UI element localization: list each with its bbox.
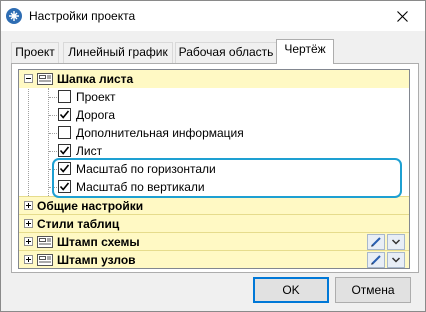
collapse-toggle[interactable]: [24, 74, 33, 83]
checkmark-icon: [59, 110, 70, 119]
checkbox[interactable]: [58, 144, 71, 157]
cancel-button[interactable]: Отмена: [335, 277, 411, 303]
close-button[interactable]: [379, 1, 425, 31]
group-label: Штамп узлов: [57, 253, 136, 267]
title-bar: Настройки проекта: [1, 1, 425, 31]
tree-item-vertical-scale[interactable]: Масштаб по вертикали: [19, 178, 409, 196]
group-label: Шапка листа: [57, 72, 134, 86]
tree-group-table-styles[interactable]: Стили таблиц: [19, 214, 409, 232]
sheet-icon: [37, 73, 53, 85]
tree-item-sheet[interactable]: Лист: [19, 142, 409, 160]
tree-item-project[interactable]: Проект: [19, 88, 409, 106]
tree-item-road[interactable]: Дорога: [19, 106, 409, 124]
tab-drawing[interactable]: Чертёж: [276, 39, 334, 64]
dropdown-button[interactable]: [387, 252, 405, 268]
item-label: Дорога: [76, 108, 116, 122]
tree-group-node-stamp[interactable]: Штамп узлов: [19, 250, 409, 268]
tab-project[interactable]: Проект: [11, 42, 59, 63]
close-icon: [396, 10, 408, 22]
sheet-icon: [37, 254, 53, 266]
pencil-icon: [371, 237, 381, 247]
tab-line-chart[interactable]: Линейный график: [63, 42, 173, 63]
dropdown-button[interactable]: [387, 234, 405, 250]
item-label: Масштаб по вертикали: [76, 180, 205, 194]
tree-item-additional-info[interactable]: Дополнительная информация: [19, 124, 409, 142]
expand-toggle[interactable]: [24, 237, 33, 246]
checkmark-icon: [59, 146, 70, 155]
group-label: Стили таблиц: [37, 217, 120, 231]
group-label: Общие настройки: [37, 199, 144, 213]
checkbox[interactable]: [58, 90, 71, 103]
tree-item-horizontal-scale[interactable]: Масштаб по горизонтали: [19, 160, 409, 178]
tree-group-general-settings[interactable]: Общие настройки: [19, 196, 409, 214]
group-label: Штамп схемы: [57, 235, 140, 249]
window-title: Настройки проекта: [29, 9, 136, 23]
chevron-down-icon: [391, 257, 401, 263]
checkbox[interactable]: [58, 162, 71, 175]
item-label: Проект: [76, 90, 116, 104]
tree-group-scheme-stamp[interactable]: Штамп схемы: [19, 232, 409, 250]
sheet-icon: [37, 236, 53, 248]
edit-button[interactable]: [367, 252, 385, 268]
settings-dialog: Настройки проекта Проект Линейный график…: [0, 0, 426, 312]
pencil-icon: [371, 255, 381, 265]
checkbox[interactable]: [58, 108, 71, 121]
expand-toggle[interactable]: [24, 219, 33, 228]
checkmark-icon: [59, 164, 70, 173]
checkbox[interactable]: [58, 126, 71, 139]
chevron-down-icon: [391, 239, 401, 245]
app-icon: [6, 8, 22, 24]
tree-group-sheet-header[interactable]: Шапка листа: [19, 70, 409, 88]
expand-toggle[interactable]: [24, 255, 33, 264]
checkmark-icon: [59, 182, 70, 191]
tab-panel-drawing: Шапка листа Проект Дорога Дополнительная…: [11, 63, 419, 273]
settings-tree: Шапка листа Проект Дорога Дополнительная…: [18, 69, 410, 269]
expand-toggle[interactable]: [24, 201, 33, 210]
checkbox[interactable]: [58, 180, 71, 193]
tab-bar: Проект Линейный график Рабочая область Ч…: [11, 39, 419, 64]
item-label: Лист: [76, 144, 103, 158]
item-label: Масштаб по горизонтали: [76, 162, 216, 176]
edit-button[interactable]: [367, 234, 385, 250]
item-label: Дополнительная информация: [76, 126, 244, 140]
tab-workspace[interactable]: Рабочая область: [175, 42, 277, 63]
ok-button[interactable]: OK: [253, 277, 329, 303]
